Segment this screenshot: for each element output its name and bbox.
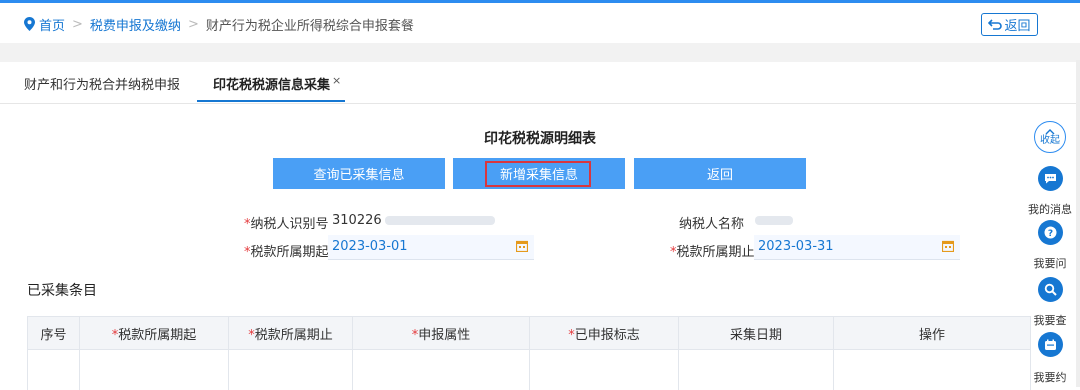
sidebar-label: 我要查	[1033, 314, 1067, 327]
breadcrumb-separator: >	[72, 16, 83, 32]
table-empty-row	[27, 349, 1031, 390]
sidebar-item-messages[interactable]: 我的消息	[1026, 166, 1074, 217]
return-button[interactable]: 返回	[634, 158, 806, 189]
taxpayer-name-label: 纳税人名称	[679, 217, 745, 232]
breadcrumb-current: 财产行为税企业所得税综合申报套餐	[205, 18, 414, 34]
period-start-input[interactable]: 2023-03-01	[328, 235, 534, 260]
collected-items-table: 序号 *税款所属期起 *税款所属期止 *申报属性 *已申报标志 采集日期 操作	[27, 316, 1031, 390]
highlight-box	[485, 161, 591, 187]
section-title: 已采集条目	[27, 283, 97, 299]
return-arrow-icon	[988, 19, 1003, 30]
col-header-collection-date: 采集日期	[678, 316, 834, 350]
tab-property-behavior-tax[interactable]: 财产和行为税合并纳税申报	[24, 74, 180, 93]
active-tab-indicator	[197, 100, 345, 102]
sidebar-item-ask[interactable]: ? 我要问	[1026, 220, 1074, 271]
period-start-label: *税款所属期起	[244, 245, 329, 260]
period-start-value: 2023-03-01	[332, 239, 408, 254]
col-header-period-start: *税款所属期起	[79, 316, 229, 350]
collapse-label: 收起	[1040, 134, 1060, 146]
top-back-button[interactable]: 返回	[981, 13, 1038, 36]
calendar-icon[interactable]	[942, 240, 954, 252]
collapse-sidebar-button[interactable]: 收起	[1034, 121, 1066, 153]
top-back-label: 返回	[1004, 19, 1031, 34]
breadcrumb-tax-filing[interactable]: 税费申报及缴纳	[90, 15, 181, 34]
period-end-value: 2023-03-31	[758, 239, 834, 254]
taxpayer-id-value: 310226	[332, 213, 495, 228]
period-end-label: *税款所属期止	[670, 245, 755, 260]
breadcrumb-home[interactable]: 首页	[39, 15, 65, 34]
svg-text:?: ?	[1047, 229, 1052, 239]
sidebar-item-query[interactable]: 我要查	[1026, 277, 1074, 328]
search-icon	[1037, 277, 1063, 302]
query-collected-button[interactable]: 查询已采集信息	[273, 158, 445, 189]
location-pin-icon	[24, 17, 35, 31]
col-header-index: 序号	[27, 316, 80, 350]
col-header-filed-flag: *已申报标志	[529, 316, 679, 350]
calendar-icon[interactable]	[516, 240, 528, 252]
sidebar-item-appointment[interactable]: 我要约	[1026, 332, 1074, 385]
page-title: 印花税税源明细表	[484, 131, 596, 147]
sidebar-label: 我要约	[1033, 371, 1067, 384]
breadcrumb: 首页 > 税费申报及缴纳 > 财产行为税企业所得税综合申报套餐	[24, 14, 414, 34]
tab-stamp-tax-label: 印花税税源信息采集	[213, 78, 331, 93]
sidebar-label: 我的消息	[1028, 203, 1072, 216]
message-icon	[1037, 166, 1063, 191]
table-header-row: 序号 *税款所属期起 *税款所属期止 *申报属性 *已申报标志 采集日期 操作	[27, 316, 1031, 350]
tab-close-icon[interactable]: ×	[332, 74, 341, 87]
col-header-filing-attribute: *申报属性	[352, 316, 530, 350]
sidebar-label: 我要问	[1033, 257, 1067, 270]
breadcrumb-separator: >	[187, 16, 199, 32]
col-header-actions: 操作	[833, 316, 1031, 350]
tab-stamp-tax-collection[interactable]: 印花税税源信息采集 ×	[213, 74, 341, 93]
tab-bar: 财产和行为税合并纳税申报 印花税税源信息采集 ×	[0, 62, 1080, 104]
top-accent-bar	[0, 0, 1080, 3]
calendar-icon	[1037, 332, 1063, 357]
period-end-input[interactable]: 2023-03-31	[754, 235, 960, 260]
header-divider-band	[0, 43, 1080, 62]
scrollbar[interactable]	[1076, 60, 1080, 387]
question-icon: ?	[1037, 220, 1063, 245]
taxpayer-id-label: *纳税人识别号	[244, 217, 329, 232]
taxpayer-name-value	[752, 213, 793, 228]
col-header-period-end: *税款所属期止	[228, 316, 353, 350]
